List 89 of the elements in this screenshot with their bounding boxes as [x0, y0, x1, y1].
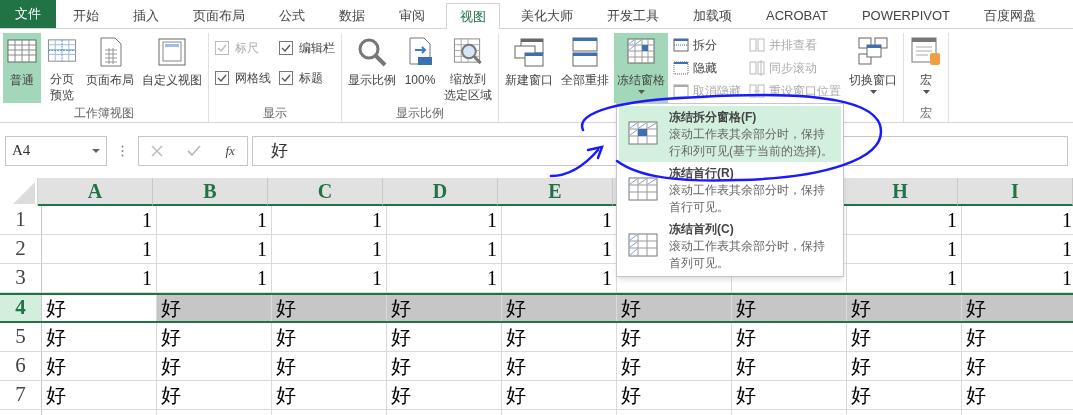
ribbon-tab[interactable]: 文件: [0, 0, 56, 28]
column-header[interactable]: E: [498, 178, 613, 206]
ribbon-button[interactable]: 100%: [401, 33, 439, 103]
windows-icon: [857, 36, 889, 68]
ribbon-tab[interactable]: 审阅: [386, 3, 438, 28]
ribbon-tab[interactable]: ACROBAT: [753, 3, 841, 28]
sheet-scroll-icon: [910, 36, 942, 68]
checkmark-icon: [281, 43, 291, 53]
ribbon-button[interactable]: 全部重排: [558, 33, 612, 103]
group-label: 显示比例: [395, 105, 445, 122]
group-label: 显示: [262, 105, 288, 122]
checkbox[interactable]: 编辑栏: [279, 35, 335, 61]
column-header[interactable]: A: [38, 178, 153, 206]
checkmark-icon: [281, 73, 291, 83]
cell[interactable]: 好: [157, 295, 272, 321]
menu-item-title: 冻结首行(R): [669, 165, 735, 182]
annotation-arrow: [549, 145, 604, 178]
ribbon-button[interactable]: 宏: [907, 33, 945, 103]
ribbon-button[interactable]: 显示比例: [345, 33, 399, 103]
name-box[interactable]: A4: [5, 135, 107, 166]
ribbon-tab[interactable]: 开发工具: [594, 3, 672, 28]
ribbon-button[interactable]: 隐藏: [673, 58, 741, 77]
side-by-side-icon: [749, 36, 765, 53]
ribbon-tab[interactable]: 视图: [446, 3, 500, 29]
cell[interactable]: 好: [387, 295, 502, 321]
windows-icon: [513, 36, 545, 68]
checkmark-icon: [217, 73, 227, 83]
column-header[interactable]: B: [153, 178, 268, 206]
magnifier-icon: [356, 36, 388, 68]
ribbon-button[interactable]: 切换窗口: [846, 33, 900, 103]
group-label: 宏: [919, 105, 933, 122]
ribbon-tab[interactable]: POWERPIVOT: [848, 3, 963, 28]
ribbon-button[interactable]: 分页预览: [43, 33, 81, 103]
ribbon-tab[interactable]: 插入: [120, 3, 172, 28]
menu-item-description: 滚动工作表其余部分时，保持首列可见。: [669, 238, 826, 272]
ribbon-tab[interactable]: 数据: [326, 3, 378, 28]
ribbon-button[interactable]: 缩放到 选定区域: [441, 33, 495, 103]
ribbon-button[interactable]: 普通: [3, 33, 41, 103]
caret-icon: [637, 90, 645, 94]
column-header[interactable]: D: [383, 178, 498, 206]
menu-item-description: 滚动工作表其余部分时，保持首行可见。: [669, 182, 826, 216]
checkbox[interactable]: 标题: [279, 65, 335, 91]
table-icon: [627, 231, 659, 259]
table-icon: [627, 119, 659, 147]
checkmark-icon: [217, 43, 227, 53]
row-header[interactable]: 4: [0, 295, 42, 321]
select-all-corner-icon[interactable]: [13, 182, 35, 204]
side-by-side-icon: [749, 59, 765, 76]
check-icon[interactable]: [187, 144, 202, 157]
menu-item[interactable]: 冻结拆分窗格(F) 滚动工作表其余部分时，保持行和列可见(基于当前的选择)。: [619, 106, 841, 162]
stacked-panes-icon: [569, 36, 601, 68]
column-header[interactable]: C: [268, 178, 383, 206]
column-header[interactable]: I: [958, 178, 1073, 206]
menu-item-description: 滚动工作表其余部分时，保持行和列可见(基于当前的选择)。: [669, 126, 834, 160]
dotted-window-icon: [673, 59, 689, 76]
menu-item-title: 冻结首列(C): [669, 221, 735, 238]
ribbon-tab[interactable]: 加载项: [680, 3, 745, 28]
ribbon-tab[interactable]: 百度网盘: [971, 3, 1049, 28]
ribbon-tab[interactable]: 页面布局: [180, 3, 258, 28]
cell[interactable]: 好: [272, 295, 387, 321]
ribbon-tab[interactable]: 开始: [60, 3, 112, 28]
table-icon: [627, 175, 659, 203]
column-header[interactable]: H: [843, 178, 958, 206]
caret-icon: [922, 90, 930, 94]
cancel-icon[interactable]: [151, 144, 164, 157]
group-label: 工作簿视图: [73, 105, 135, 122]
ribbon-button[interactable]: 自定义视图: [139, 33, 205, 103]
cell[interactable]: 好: [847, 295, 962, 321]
split-window-icon: [673, 36, 689, 53]
cell[interactable]: 好: [962, 295, 1073, 321]
window-icon: [673, 82, 689, 99]
ribbon-button[interactable]: 冻结窗格: [614, 33, 668, 103]
framed-window-icon: [156, 36, 188, 68]
ribbon-button[interactable]: 新建窗口: [502, 33, 556, 103]
ribbon-tab[interactable]: 公式: [266, 3, 318, 28]
checkbox[interactable]: 网格线: [215, 65, 271, 91]
cell[interactable]: 好: [502, 295, 617, 321]
ribbon-button[interactable]: 页面布局: [83, 33, 137, 103]
caret-icon: [869, 90, 877, 94]
cell[interactable]: 好: [732, 295, 847, 321]
caret-icon: [92, 148, 100, 153]
grip-icon: [121, 144, 124, 157]
insert-function-button[interactable]: fx: [225, 140, 235, 161]
ribbon-tab[interactable]: 美化大师: [508, 3, 586, 28]
ribbon-button[interactable]: 拆分: [673, 35, 741, 54]
side-by-side-icon: [749, 82, 765, 99]
cell[interactable]: 好: [617, 295, 732, 321]
magnifier-grid-icon: [452, 36, 484, 67]
menu-item-title: 冻结拆分窗格(F): [669, 109, 758, 126]
